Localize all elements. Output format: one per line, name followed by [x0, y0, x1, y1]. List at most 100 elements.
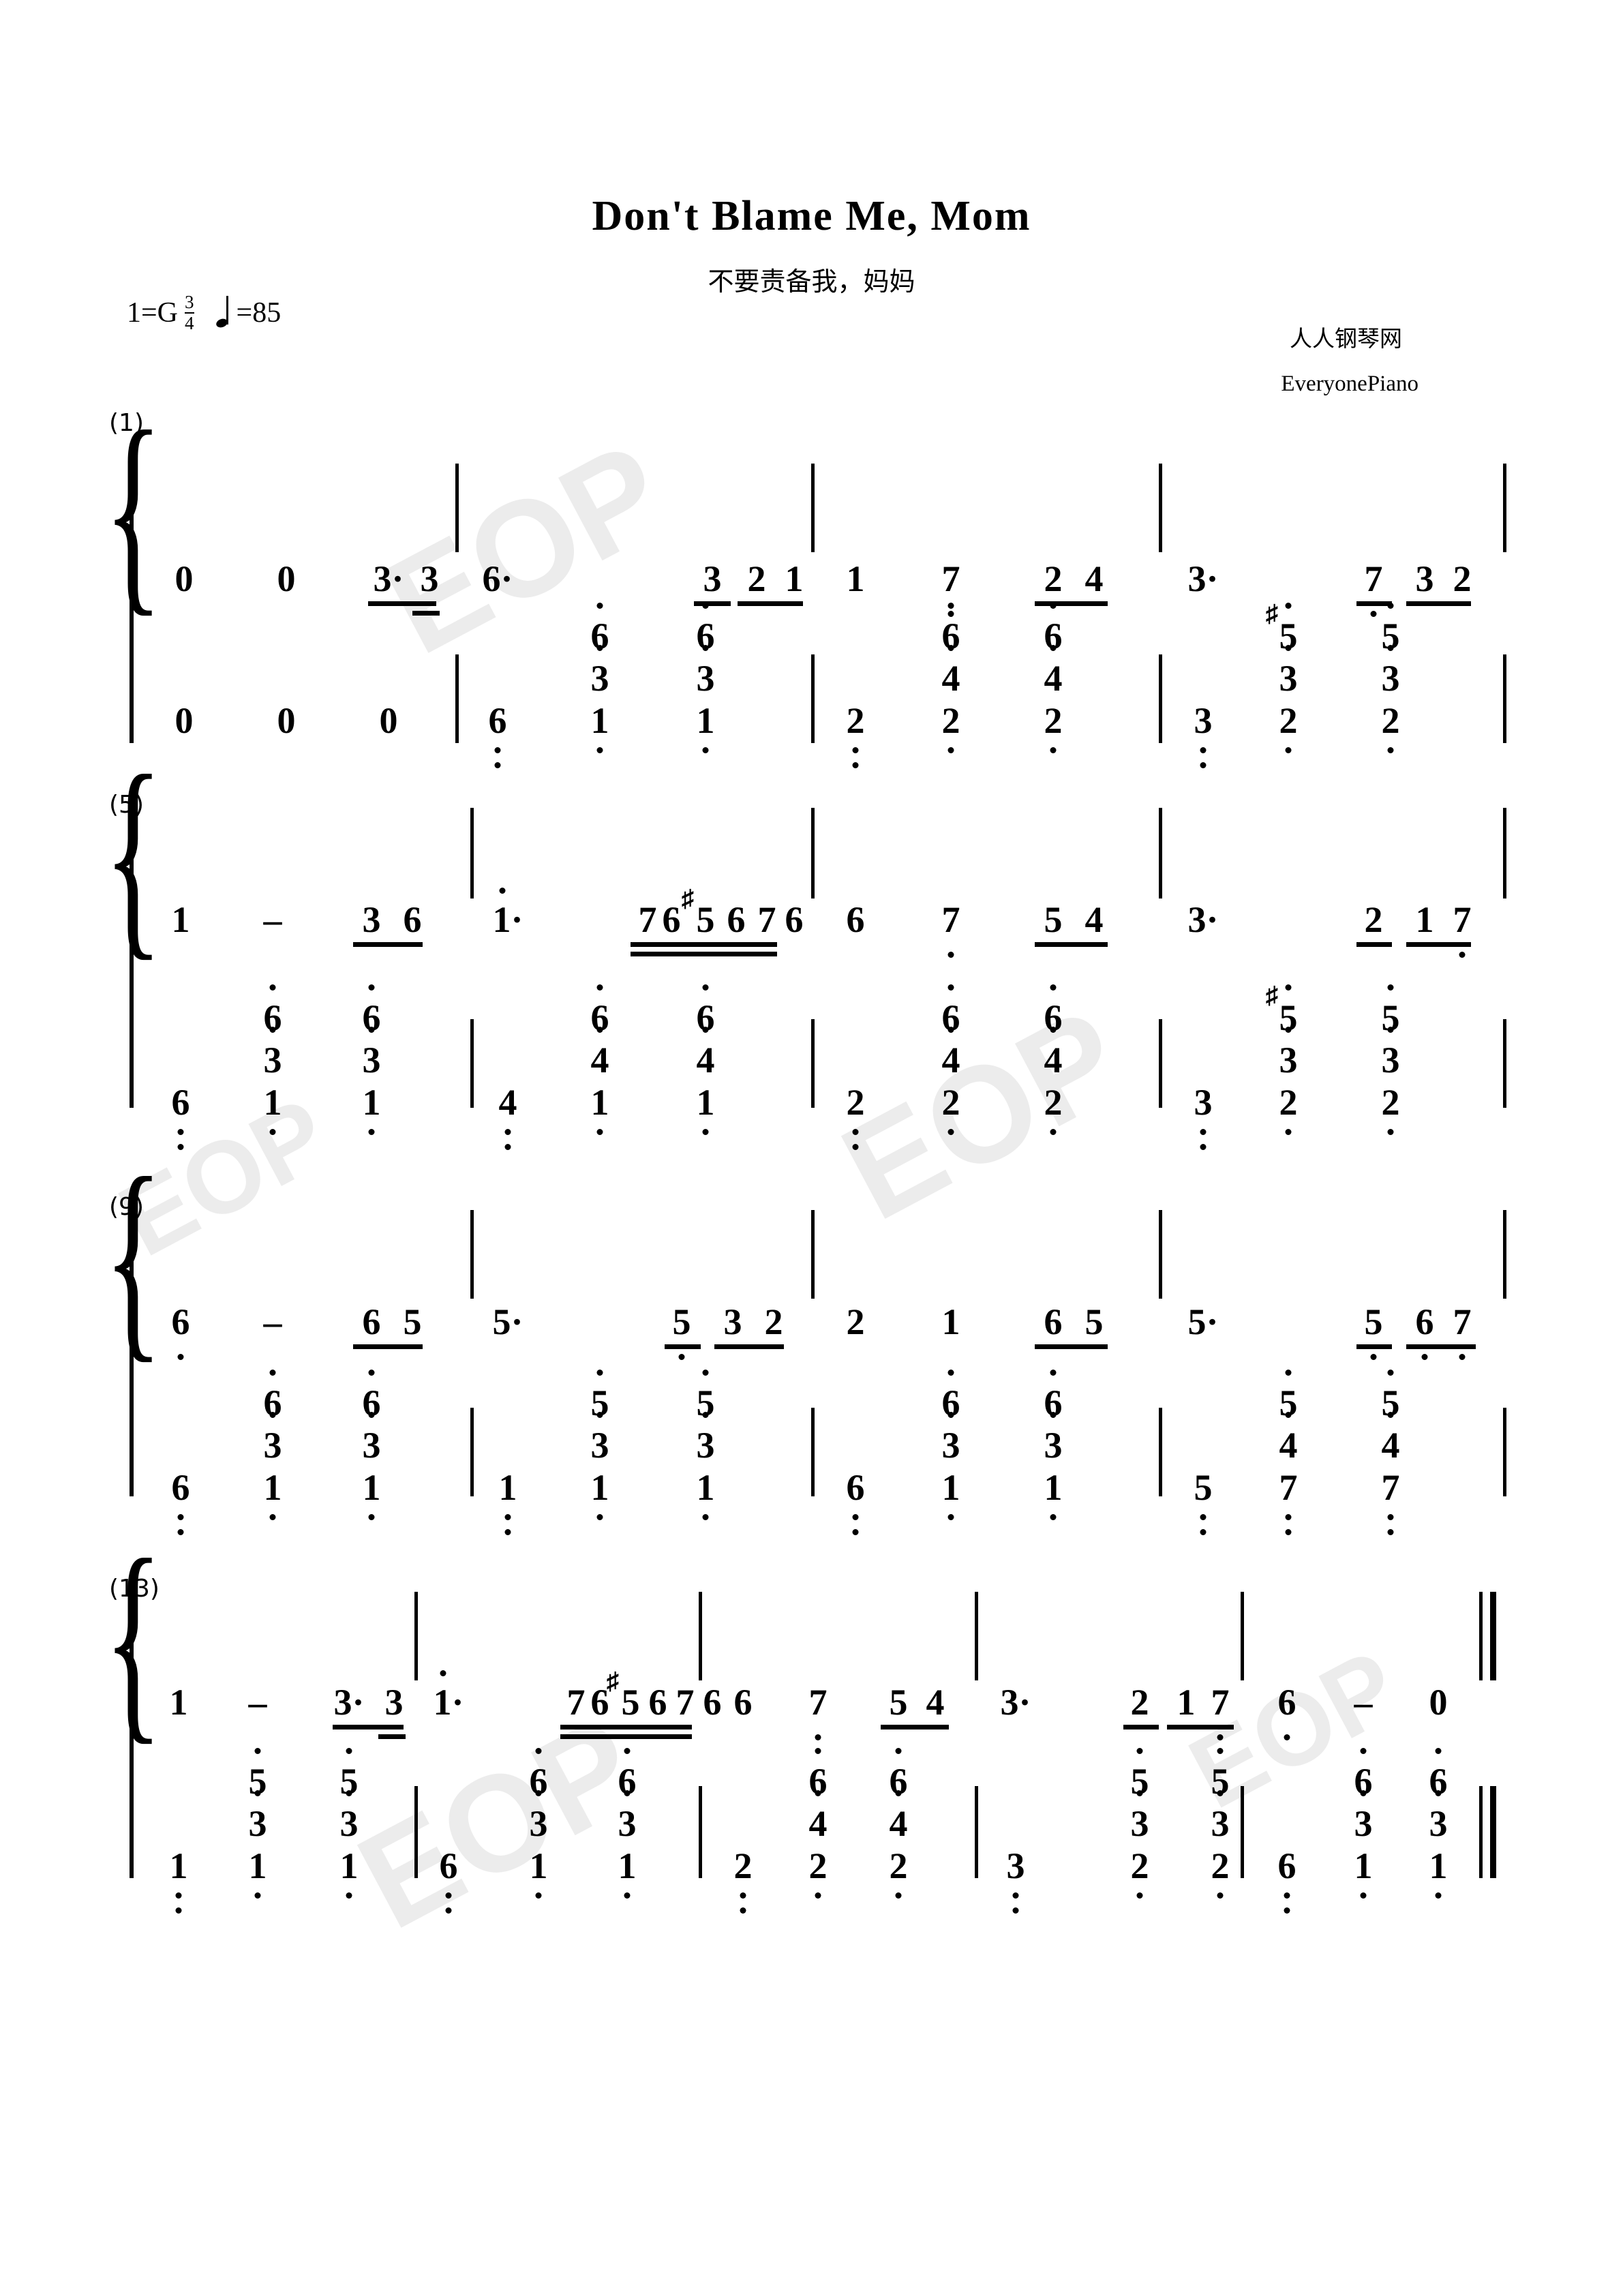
barline[interactable]: [470, 1210, 474, 1299]
bass-note[interactable]: 3: [697, 1427, 715, 1464]
bass-note[interactable]: 0: [380, 702, 398, 739]
octave-dot-low[interactable]: [852, 747, 859, 753]
bass-note[interactable]: 6: [172, 1469, 190, 1506]
bass-note[interactable]: 6: [172, 1084, 190, 1121]
beam-line[interactable]: [560, 1734, 692, 1739]
barline[interactable]: [975, 1786, 978, 1878]
bass-note[interactable]: 2: [809, 1847, 828, 1884]
octave-dot-low[interactable]: [445, 1892, 452, 1899]
octave-dot-low[interactable]: [175, 1892, 182, 1899]
barline[interactable]: [414, 1786, 418, 1878]
barline[interactable]: [1159, 1019, 1162, 1108]
bass-note[interactable]: 4: [1279, 1427, 1298, 1464]
bass-note[interactable]: 1: [697, 702, 715, 739]
octave-dot-low[interactable]: [1284, 1734, 1290, 1740]
octave-dot-low[interactable]: [1284, 1907, 1290, 1914]
bass-note[interactable]: 5: [340, 1763, 359, 1800]
octave-dot-low[interactable]: [1387, 1129, 1394, 1135]
barline[interactable]: [470, 1019, 474, 1108]
octave-dot-low[interactable]: [1200, 1129, 1207, 1135]
bass-note[interactable]: 3: [1194, 1084, 1213, 1121]
melody-note[interactable]: 3·: [1187, 560, 1218, 597]
octave-dot-low[interactable]: [702, 1129, 709, 1135]
octave-dot-separator[interactable]: [1387, 1370, 1394, 1376]
octave-dot-separator[interactable]: [1285, 984, 1292, 991]
beam-line[interactable]: [1406, 942, 1471, 947]
bass-note[interactable]: 0: [277, 702, 296, 739]
bass-note[interactable]: 3: [1382, 1042, 1400, 1078]
barline[interactable]: [699, 1786, 702, 1878]
barline[interactable]: [470, 1408, 474, 1496]
bass-note[interactable]: 6: [530, 1763, 548, 1800]
bass-note[interactable]: 3: [1007, 1847, 1025, 1884]
melody-note[interactable]: 3·: [373, 560, 404, 597]
octave-dot-separator[interactable]: [269, 984, 276, 991]
octave-dot-separator[interactable]: [1136, 1748, 1143, 1754]
bass-note[interactable]: 1: [697, 1469, 715, 1506]
barline[interactable]: [811, 654, 815, 743]
bass-note[interactable]: 6: [264, 999, 282, 1036]
bass-note[interactable]: 2: [1044, 1084, 1063, 1121]
octave-dot-low[interactable]: [1459, 952, 1466, 958]
bass-note[interactable]: 6: [1044, 999, 1063, 1036]
bass-note[interactable]: 4: [1044, 660, 1063, 697]
octave-dot-low[interactable]: [947, 747, 954, 753]
beam-line[interactable]: [353, 1344, 423, 1349]
octave-dot-low[interactable]: [177, 1144, 184, 1150]
bass-note[interactable]: 6: [264, 1385, 282, 1421]
barline[interactable]: [1241, 1592, 1244, 1680]
octave-dot-low[interactable]: [702, 747, 709, 753]
octave-dot-separator[interactable]: [596, 984, 603, 991]
final-barline[interactable]: [1479, 1786, 1483, 1878]
beam-line[interactable]: [1356, 1344, 1392, 1349]
bass-note[interactable]: 6: [489, 702, 507, 739]
system-start-barline[interactable]: [130, 464, 134, 743]
melody-note[interactable]: 5: [697, 901, 715, 938]
melody-note[interactable]: 7: [1211, 1684, 1230, 1721]
octave-dot-low[interactable]: [1050, 1129, 1057, 1135]
system-start-barline[interactable]: [130, 808, 134, 1108]
bass-note[interactable]: 1: [170, 1847, 188, 1884]
melody-note[interactable]: 7: [676, 1684, 695, 1721]
melody-note[interactable]: 5: [890, 1684, 908, 1721]
octave-dot-low[interactable]: [1370, 611, 1377, 617]
bass-note[interactable]: 2: [847, 1084, 865, 1121]
barline[interactable]: [455, 464, 459, 552]
octave-dot-low[interactable]: [1285, 1514, 1292, 1520]
bass-note[interactable]: 2: [1279, 1084, 1298, 1121]
bass-note[interactable]: 3: [1279, 660, 1298, 697]
bass-note[interactable]: 1: [499, 1469, 517, 1506]
octave-dot-low[interactable]: [1387, 1529, 1394, 1535]
melody-note[interactable]: 1: [1177, 1684, 1196, 1721]
octave-dot-separator[interactable]: [1285, 1370, 1292, 1376]
final-barline[interactable]: [1490, 1592, 1496, 1680]
beam-line[interactable]: [378, 1734, 406, 1739]
octave-dot-low[interactable]: [1387, 747, 1394, 753]
octave-dot-low[interactable]: [1285, 1529, 1292, 1535]
octave-dot-separator[interactable]: [596, 603, 603, 609]
bass-note[interactable]: 1: [363, 1469, 381, 1506]
melody-note[interactable]: 3: [385, 1684, 404, 1721]
octave-dot-separator[interactable]: [702, 984, 709, 991]
bass-note[interactable]: 1: [340, 1847, 359, 1884]
octave-dot-separator[interactable]: [1050, 603, 1057, 609]
octave-dot-separator[interactable]: [1285, 603, 1292, 609]
melody-note[interactable]: 0: [175, 560, 194, 597]
bass-note[interactable]: 5: [1279, 1385, 1298, 1421]
octave-dot-separator[interactable]: [1435, 1748, 1442, 1754]
bass-note[interactable]: 5: [1382, 1385, 1400, 1421]
melody-note[interactable]: 1: [172, 901, 190, 938]
octave-dot-separator[interactable]: [1387, 603, 1394, 609]
bass-note[interactable]: 7: [1279, 1469, 1298, 1506]
bass-note[interactable]: 1: [1354, 1847, 1373, 1884]
octave-dot-low[interactable]: [1050, 747, 1057, 753]
octave-dot-low[interactable]: [624, 1892, 631, 1899]
beam-line[interactable]: [1406, 1344, 1476, 1349]
bass-note[interactable]: 2: [942, 1084, 960, 1121]
melody-note[interactable]: 1·: [433, 1684, 464, 1721]
melody-note[interactable]: 7: [567, 1684, 586, 1721]
octave-dot-low[interactable]: [1050, 1514, 1057, 1520]
bass-note[interactable]: 6: [440, 1847, 458, 1884]
octave-dot-low[interactable]: [678, 1354, 685, 1360]
bass-note[interactable]: 1: [591, 1469, 609, 1506]
